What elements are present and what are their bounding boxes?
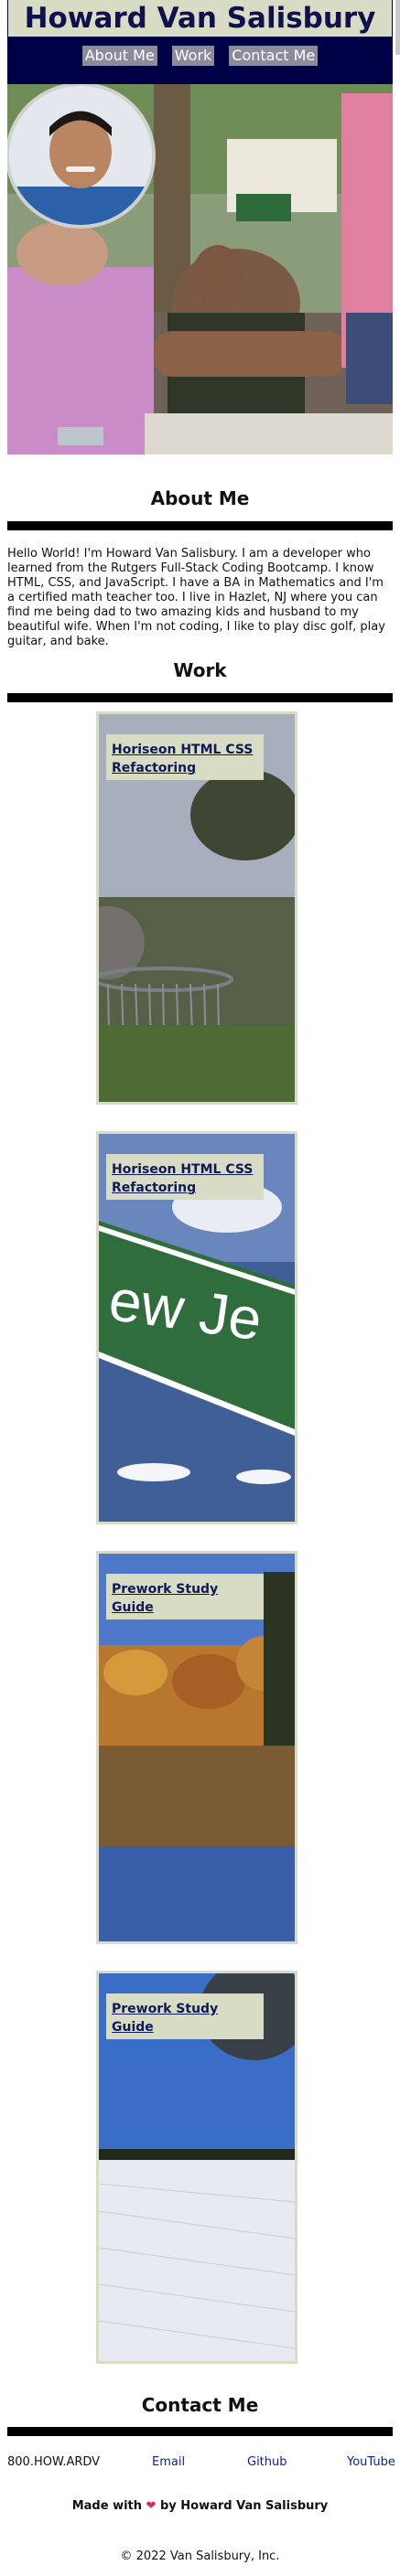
contact-divider	[7, 2427, 393, 2436]
project-title: Prework Study Guide	[106, 1574, 264, 1619]
nav-contact-link[interactable]: Contact Me	[229, 46, 319, 66]
project-title: Prework Study Guide	[106, 1993, 264, 2039]
title-box: Howard Van Salisbury	[8, 0, 392, 37]
github-link[interactable]: Github	[247, 2455, 287, 2469]
about-heading: About Me	[150, 487, 250, 509]
hero-photo	[7, 84, 393, 454]
profile-avatar	[7, 84, 156, 229]
made-with-prefix: Made with	[71, 2499, 143, 2513]
site-header: Howard Van Salisbury About Me Work Contact…	[7, 0, 393, 84]
about-divider	[7, 521, 393, 530]
made-with-line: Made with ❤ by Howard Van Salisbury	[0, 2499, 400, 2513]
heart-icon: ❤	[146, 2499, 157, 2513]
project-card[interactable]: Horiseon HTML CSS Refactoring	[96, 711, 297, 1105]
project-card[interactable]: Prework Study Guide	[96, 1551, 297, 1944]
project-link[interactable]: Horiseon HTML CSS Refactoring	[112, 743, 253, 775]
work-divider	[7, 693, 393, 702]
project-card[interactable]: Prework Study Guide	[96, 1971, 297, 2364]
nav-about-link[interactable]: About Me	[81, 46, 157, 66]
copyright: © 2022 Van Salisbury, Inc.	[120, 2549, 280, 2563]
project-link[interactable]: Horiseon HTML CSS Refactoring	[112, 1162, 253, 1195]
made-with-suffix: by Howard Van Salisbury	[159, 2499, 329, 2513]
project-link[interactable]: Prework Study Guide	[112, 2002, 218, 2035]
email-link[interactable]: Email	[152, 2455, 185, 2469]
phone-number: 800.HOW.ARDV	[7, 2455, 101, 2469]
youtube-link[interactable]: YouTube	[347, 2455, 395, 2469]
site-title: Howard Van Salisbury	[24, 2, 376, 35]
contact-heading: Contact Me	[141, 2394, 259, 2416]
main-nav: About Me Work Contact Me	[7, 46, 393, 66]
nav-work-link[interactable]: Work	[171, 46, 215, 66]
project-title: Horiseon HTML CSS Refactoring	[106, 734, 264, 780]
work-heading: Work	[173, 659, 227, 681]
project-title: Horiseon HTML CSS Refactoring	[106, 1154, 264, 1200]
page-scrollbar[interactable]	[395, 0, 400, 55]
contact-row: 800.HOW.ARDV Email Github YouTube	[7, 2455, 395, 2472]
about-text: Hello World! I'm Howard Van Salisbury. I…	[7, 547, 385, 648]
project-card[interactable]: ew Je Horiseon HTML CSS Refactoring	[96, 1131, 297, 1524]
project-link[interactable]: Prework Study Guide	[112, 1582, 218, 1615]
